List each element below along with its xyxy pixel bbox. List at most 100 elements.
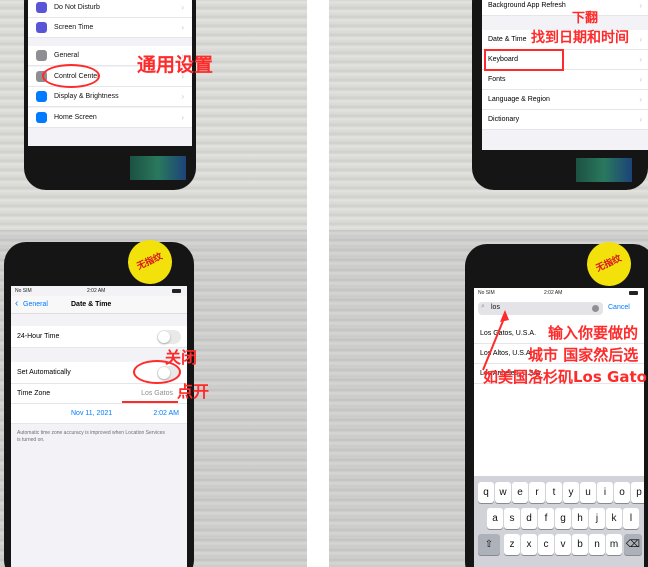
settings-row-label: Do Not Disturb [54, 4, 100, 11]
general-row-label: Fonts [488, 76, 506, 83]
clear-icon[interactable] [592, 305, 599, 312]
key-l[interactable]: l [623, 508, 639, 529]
key-w[interactable]: w [495, 482, 511, 503]
general-highlight-circle [42, 64, 100, 88]
status-carrier: No SIM [15, 288, 32, 294]
key-y[interactable]: y [563, 482, 579, 503]
settings-row-do-not-disturb[interactable]: Do Not Disturb › [28, 0, 192, 18]
cancel-button[interactable]: Cancel [608, 304, 630, 311]
general-row-background-app-refresh[interactable]: Background App Refresh › [482, 0, 648, 16]
key-b[interactable]: b [572, 534, 588, 555]
settings-row-screen-time[interactable]: Screen Time › [28, 18, 192, 38]
hour24-row[interactable]: 24-Hour Time [11, 326, 187, 348]
back-chevron-icon[interactable]: ‹ [15, 298, 18, 309]
key-v[interactable]: v [555, 534, 571, 555]
status-time: 2:02 AM [87, 288, 106, 294]
key-d[interactable]: d [521, 508, 537, 529]
date-value[interactable]: Nov 11, 2021 [71, 410, 112, 417]
battery-icon [629, 291, 638, 295]
key-s[interactable]: s [504, 508, 520, 529]
chevron-right-icon: › [181, 3, 184, 12]
nav-bar: ‹ General Date & Time [11, 296, 187, 314]
key-x[interactable]: x [521, 534, 537, 555]
search-input[interactable]: los [491, 304, 500, 311]
key-f[interactable]: f [538, 508, 554, 529]
screen-protector-sticker [130, 156, 186, 180]
key-k[interactable]: k [606, 508, 622, 529]
delete-key[interactable]: ⌫ [624, 534, 642, 555]
settings-row-home-screen[interactable]: Home Screen › [28, 108, 192, 128]
time-zone-label: Time Zone [17, 390, 51, 397]
set-auto-label: Set Automatically [17, 369, 71, 376]
annotation-open: 点开 [177, 382, 210, 401]
panel-time-zone-search: No SIM 2:02 AM ⌕ los Cancel Los Gatos, U… [329, 230, 648, 567]
time-value[interactable]: 2:02 AM [153, 410, 179, 417]
phone-frame: Sounds & Haptics›Do Not Disturb›Screen T… [24, 0, 196, 190]
chevron-right-icon: › [639, 55, 642, 64]
back-button[interactable]: General [23, 301, 48, 308]
chevron-right-icon: › [181, 23, 184, 32]
annotation-scroll-down: 下翻 [572, 11, 599, 26]
key-u[interactable]: u [580, 482, 596, 503]
key-i[interactable]: i [597, 482, 613, 503]
key-e[interactable]: e [512, 482, 528, 503]
status-carrier: No SIM [478, 290, 495, 296]
panel-general-settings: Sounds & Haptics›Do Not Disturb›Screen T… [0, 0, 307, 230]
date-time-highlight-box [484, 49, 564, 71]
general-row-fonts[interactable]: Fonts › [482, 70, 648, 90]
status-time: 2:02 AM [544, 290, 563, 296]
hour24-toggle[interactable] [157, 330, 181, 344]
key-t[interactable]: t [546, 482, 562, 503]
key-j[interactable]: j [589, 508, 605, 529]
phone-frame: No SIM 2:02 AM ‹ General Date & Time 24-… [4, 242, 194, 567]
search-bar: ⌕ los [478, 302, 603, 315]
key-q[interactable]: q [478, 482, 494, 503]
phone-frame: No SIM 2:02 AM ⌕ los Cancel Los Gatos, U… [465, 244, 648, 567]
panel-date-time-row: iPhone Storage›Background App Refresh›Da… [329, 0, 648, 230]
date-time-screen: No SIM 2:02 AM ‹ General Date & Time 24-… [11, 286, 187, 567]
keyboard: q w e r t y u i o p a s d f g h j k l z x c v b n m ⇧ ⌫ [474, 476, 644, 567]
time-zone-underline [122, 401, 178, 403]
chevron-right-icon: › [181, 113, 184, 122]
nav-title: Date & Time [71, 301, 112, 308]
annotation-input-city: 输入你要做的 [548, 324, 639, 342]
general-row-dictionary[interactable]: Dictionary › [482, 110, 648, 130]
key-n[interactable]: n [589, 534, 605, 555]
chevron-right-icon: › [639, 35, 642, 44]
shift-key[interactable]: ⇧ [478, 534, 500, 555]
key-o[interactable]: o [614, 482, 630, 503]
annotation-find-date-time: 找到日期和时间 [531, 30, 629, 46]
search-result-label: Los Altos, U.S.A. [480, 350, 533, 357]
aa-icon [36, 91, 47, 102]
key-z[interactable]: z [504, 534, 520, 555]
general-row-label: Language & Region [488, 96, 550, 103]
key-h[interactable]: h [572, 508, 588, 529]
gear-icon [36, 50, 47, 61]
key-m[interactable]: m [606, 534, 622, 555]
general-row-language-region[interactable]: Language & Region › [482, 90, 648, 110]
annotation-close: 关闭 [165, 348, 198, 367]
key-p[interactable]: p [631, 482, 644, 503]
general-screen: iPhone Storage›Background App Refresh›Da… [482, 0, 648, 150]
date-time-value-row[interactable]: Nov 11, 2021 2:02 AM [11, 404, 187, 424]
chevron-right-icon: › [639, 115, 642, 124]
search-result-label: Los Gatos, U.S.A. [480, 330, 537, 337]
key-c[interactable]: c [538, 534, 554, 555]
general-row-label: Date & Time [488, 36, 527, 43]
general-row-label: Background App Refresh [488, 2, 566, 9]
hour24-label: 24-Hour Time [17, 333, 60, 340]
battery-icon [172, 289, 181, 293]
settings-row-label: General [54, 52, 79, 59]
key-r[interactable]: r [529, 482, 545, 503]
grid-icon [36, 112, 47, 123]
chevron-right-icon: › [639, 75, 642, 84]
general-row-label: Dictionary [488, 116, 520, 123]
key-g[interactable]: g [555, 508, 571, 529]
annotation-general: 通用设置 [137, 54, 214, 76]
key-a[interactable]: a [487, 508, 503, 529]
chevron-right-icon: › [639, 95, 642, 104]
settings-row-display-brightness[interactable]: Display & Brightness › [28, 87, 192, 107]
search-icon: ⌕ [481, 303, 485, 310]
screen-protector-sticker [576, 158, 632, 182]
chevron-right-icon: › [181, 92, 184, 101]
